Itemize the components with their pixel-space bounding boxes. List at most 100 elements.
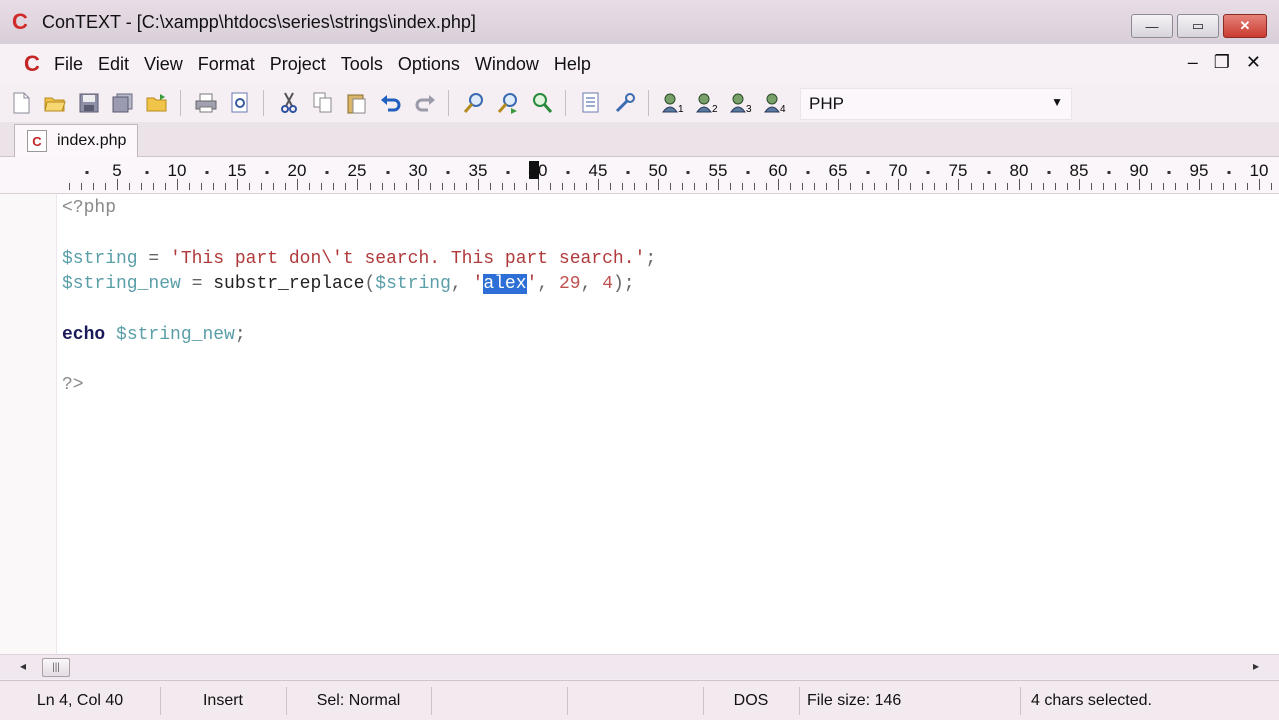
- undo-icon[interactable]: [378, 90, 404, 116]
- new-file-icon[interactable]: [8, 90, 34, 116]
- user-command-4-icon[interactable]: 4: [763, 90, 789, 116]
- menu-tools[interactable]: Tools: [341, 54, 383, 75]
- ruler-dot: [446, 171, 450, 174]
- print-preview-icon[interactable]: [227, 90, 253, 116]
- status-cursor-position: Ln 4, Col 40: [0, 687, 161, 715]
- ruler-number: 60: [768, 161, 788, 180]
- ruler-tick: [670, 183, 671, 190]
- ruler-tick: [261, 183, 262, 190]
- ruler-tick: [406, 183, 407, 190]
- ruler-dot: [1047, 171, 1051, 174]
- ruler-tick: [646, 183, 647, 190]
- find-icon[interactable]: [461, 90, 487, 116]
- code-editor[interactable]: <?php $string = 'This part don\'t search.…: [0, 194, 1279, 654]
- menu-file[interactable]: File: [54, 54, 83, 75]
- ruler-tick: [706, 183, 707, 190]
- paste-icon[interactable]: [344, 90, 370, 116]
- window-controls: — ▭ ✕: [1131, 14, 1267, 38]
- language-select[interactable]: PHP ▼: [800, 88, 1072, 120]
- ruler-tick: [1031, 183, 1032, 190]
- ruler-tick: [69, 183, 70, 190]
- code-token: ,: [537, 274, 559, 294]
- ruler-tick: [850, 183, 851, 190]
- code-line[interactable]: ?>: [62, 373, 84, 398]
- editor-gutter: [0, 194, 57, 654]
- ruler-tick: [309, 183, 310, 190]
- ruler-tick: [814, 183, 815, 190]
- maximize-button[interactable]: ▭: [1177, 14, 1219, 38]
- scroll-right-arrow-icon[interactable]: ▸: [1253, 659, 1259, 673]
- open-file-icon[interactable]: [42, 90, 68, 116]
- ruler-tick: [1271, 183, 1272, 190]
- tab-index-php[interactable]: C index.php: [14, 124, 138, 157]
- status-insert-mode[interactable]: Insert: [160, 687, 287, 715]
- print-icon[interactable]: [193, 90, 219, 116]
- chevron-down-icon[interactable]: ▼: [1051, 95, 1063, 109]
- ruler-tick: [201, 183, 202, 190]
- code-line[interactable]: <?php: [62, 196, 116, 221]
- code-token: 29: [558, 274, 581, 294]
- svg-text:3: 3: [746, 104, 752, 114]
- horizontal-scrollbar[interactable]: ◂ ||| ▸: [0, 654, 1279, 679]
- toolbar-separator: [648, 90, 649, 116]
- ruler-number: 10: [167, 161, 187, 180]
- scroll-left-arrow-icon[interactable]: ◂: [20, 659, 26, 673]
- ruler-tick: [225, 183, 226, 190]
- cut-icon[interactable]: [276, 90, 302, 116]
- code-line[interactable]: echo $string_new;: [62, 323, 246, 348]
- ruler-tick: [153, 183, 154, 190]
- menu-edit[interactable]: Edit: [98, 54, 129, 75]
- menu-view[interactable]: View: [144, 54, 183, 75]
- code-token: =: [180, 274, 214, 294]
- save-icon[interactable]: [76, 90, 102, 116]
- redo-icon[interactable]: [412, 90, 438, 116]
- menu-format[interactable]: Format: [198, 54, 255, 75]
- document-minimize-button[interactable]: –: [1188, 52, 1198, 73]
- code-line[interactable]: $string_new = substr_replace($string, 'a…: [62, 272, 635, 297]
- code-token: ': [472, 274, 484, 294]
- user-command-3-icon[interactable]: 3: [729, 90, 755, 116]
- ruler-tick: [1235, 183, 1236, 190]
- ruler-dot: [746, 171, 750, 174]
- ruler-dot: [265, 171, 269, 174]
- ruler-number: 45: [588, 161, 608, 180]
- status-empty-1: [431, 687, 568, 715]
- ruler-number: 85: [1069, 161, 1089, 180]
- code-token: echo: [62, 325, 106, 345]
- tools-icon[interactable]: [612, 90, 638, 116]
- save-all-icon[interactable]: [110, 90, 136, 116]
- scroll-thumb[interactable]: |||: [42, 658, 70, 677]
- document-menu-icon[interactable]: C: [24, 53, 44, 75]
- user-command-2-icon[interactable]: 2: [695, 90, 721, 116]
- code-token: $string_new: [62, 274, 181, 294]
- code-token: ,: [450, 274, 473, 294]
- document-close-button[interactable]: ✕: [1246, 52, 1261, 73]
- code-line[interactable]: $string = 'This part don\'t search. This…: [62, 247, 656, 272]
- code-token: <?php: [62, 198, 117, 218]
- copy-icon[interactable]: [310, 90, 336, 116]
- ruler-dot: [205, 171, 209, 174]
- code-token: ,: [580, 274, 603, 294]
- minimize-button[interactable]: —: [1131, 14, 1173, 38]
- close-button[interactable]: ✕: [1223, 14, 1267, 38]
- ruler-number: 90: [1129, 161, 1149, 180]
- replace-icon[interactable]: [529, 90, 555, 116]
- menu-project[interactable]: Project: [270, 54, 326, 75]
- status-selection-mode[interactable]: Sel: Normal: [286, 687, 432, 715]
- open-folder-icon[interactable]: [144, 90, 170, 116]
- menu-window[interactable]: Window: [475, 54, 539, 75]
- ruler-number: 80: [1009, 161, 1029, 180]
- export-icon[interactable]: [578, 90, 604, 116]
- menu-help[interactable]: Help: [554, 54, 591, 75]
- user-command-1-icon[interactable]: 1: [661, 90, 687, 116]
- ruler-tick: [1151, 183, 1152, 190]
- php-file-icon: C: [27, 130, 47, 152]
- ruler-tick: [802, 183, 803, 190]
- document-restore-button[interactable]: ❐: [1214, 52, 1230, 73]
- ruler-tick: [886, 183, 887, 190]
- find-next-icon[interactable]: [495, 90, 521, 116]
- menu-options[interactable]: Options: [398, 54, 460, 75]
- ruler-tick: [129, 183, 130, 190]
- title-bar[interactable]: C ConTEXT - [C:\xampp\htdocs\series\stri…: [0, 0, 1279, 44]
